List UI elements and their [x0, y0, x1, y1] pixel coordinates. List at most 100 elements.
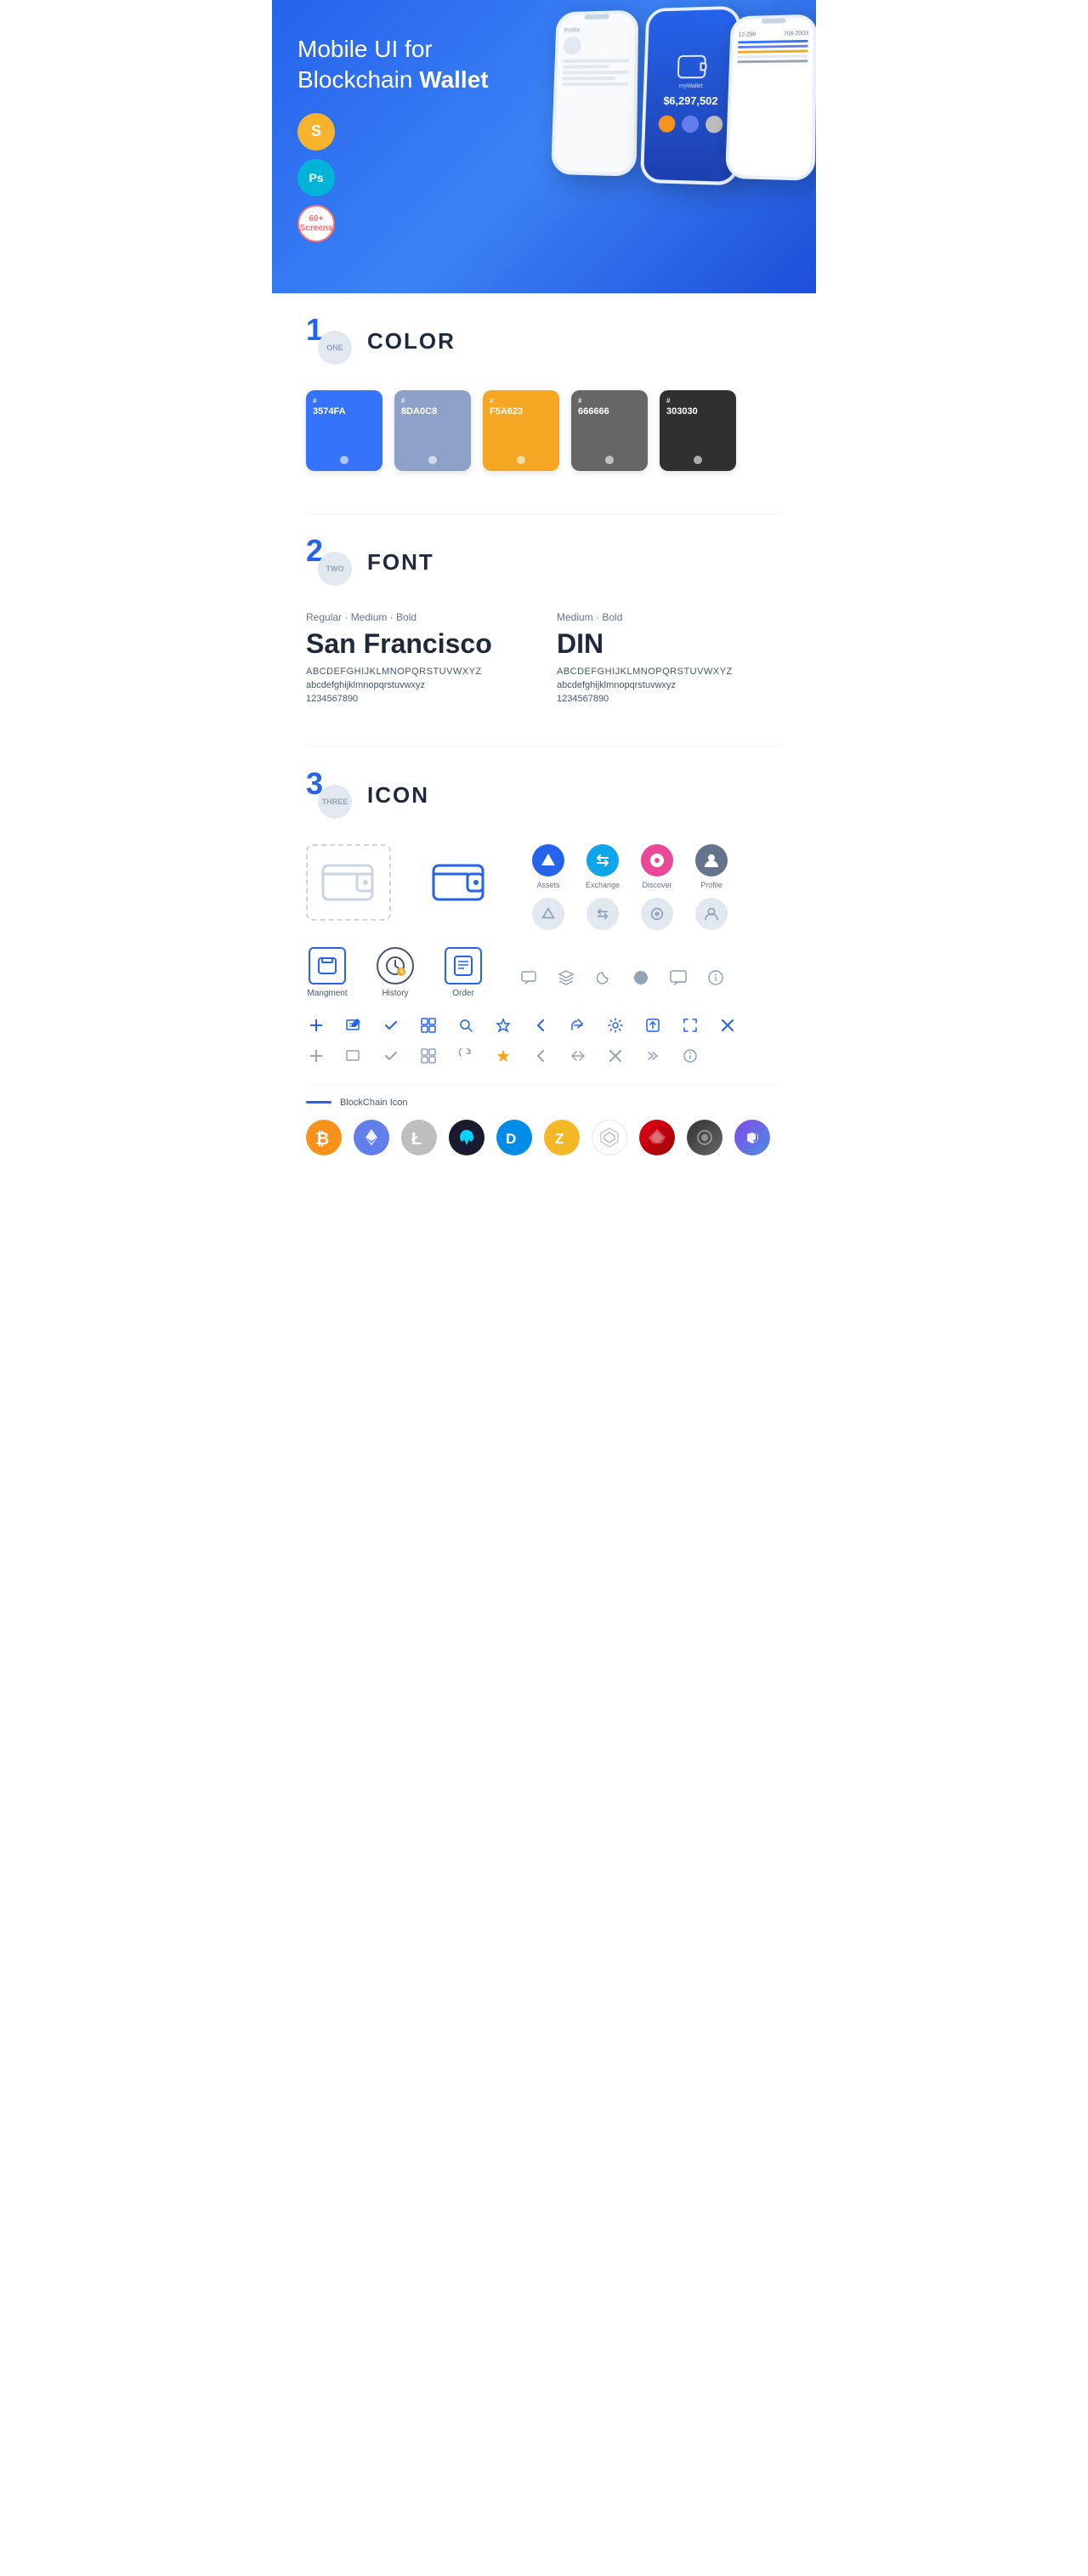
swatch-gray: # 666666: [571, 390, 648, 471]
font-din-upper: ABCDEFGHIJKLMNOPQRSTUVWXYZ: [557, 667, 782, 677]
nav-history: History: [374, 947, 416, 998]
nav-discover-filled: Discover: [636, 844, 678, 889]
phone-mockup-1: Profile: [551, 10, 638, 177]
circle-icon: [631, 967, 651, 988]
nav-mangment: Mangment: [306, 947, 348, 998]
order-icon: [445, 947, 482, 984]
star-icon: [493, 1015, 513, 1036]
icon-section: 3 THREE ICON: [306, 773, 782, 1155]
tool-icons-row-1: [306, 1015, 782, 1036]
star-icon-gold: [493, 1046, 513, 1066]
font-sf-lower: abcdefghijklmnopqrstuvwxyz: [306, 680, 531, 690]
font-din-style: Medium · Bold: [557, 611, 782, 623]
font-din-name: DIN: [557, 628, 782, 660]
check-icon: [381, 1015, 401, 1036]
poa-icon: [687, 1120, 722, 1155]
color-section-header: 1 ONE COLOR: [306, 319, 782, 365]
edit-icon: [343, 1015, 364, 1036]
search-icon: [456, 1015, 476, 1036]
icon-title: ICON: [367, 782, 429, 809]
font-grid: Regular · Medium · Bold San Francisco AB…: [306, 611, 782, 704]
profile-icon-gray: [695, 898, 728, 930]
color-swatches-container: # 3574FA # 8DA0C8 # F5A623: [306, 390, 782, 471]
wallet-icon-filled-box: [416, 844, 502, 921]
font-section: 2 TWO FONT Regular · Medium · Bold San F…: [306, 540, 782, 704]
font-din-lower: abcdefghijklmnopqrstuvwxyz: [557, 680, 782, 690]
nav-assets-filled: Assets: [527, 844, 570, 889]
ark-icon: [639, 1120, 675, 1155]
moon-icon: [593, 967, 614, 988]
sketch-badge: S: [298, 113, 335, 150]
profile-icon: [695, 844, 728, 877]
discover-icon: [641, 844, 673, 877]
refresh-icon-gray: [456, 1046, 476, 1066]
exchange-icon: [586, 844, 619, 877]
wallet-icon-outline-box: [306, 844, 391, 921]
nav-profile-outline: [690, 898, 733, 930]
history-icon: [377, 947, 414, 984]
assets-icon: [532, 844, 564, 877]
nav-circles-grid: Assets Exchange: [527, 844, 733, 930]
font-sf: Regular · Medium · Bold San Francisco AB…: [306, 611, 531, 704]
color-section: 1 ONE COLOR # 3574FA # 8DA0C8: [306, 319, 782, 471]
font-section-header: 2 TWO FONT: [306, 540, 782, 586]
exchange-icon-gray: [586, 898, 619, 930]
feather-icon: [449, 1120, 484, 1155]
svg-text:D: D: [506, 1131, 516, 1147]
hero-section: Mobile UI for Blockchain Wallet UI Kit S…: [272, 0, 816, 293]
section-number-2: 2 TWO: [306, 540, 352, 586]
dash-icon: D: [496, 1120, 532, 1155]
section-number-3: 3 THREE: [306, 773, 352, 819]
crypto-icons-row: ₿ Ł D Z: [306, 1120, 782, 1155]
nav-assets-outline: [527, 898, 570, 930]
blockchain-label-row: BlockChain Icon: [306, 1098, 782, 1108]
svg-text:Z: Z: [555, 1131, 564, 1147]
edit-icon-gray: [343, 1046, 364, 1066]
info-icon: [706, 967, 726, 988]
swatch-amber: # F5A623: [483, 390, 559, 471]
close-icon: [717, 1015, 738, 1036]
nav-discover-outline: [636, 898, 678, 930]
plus-icon: [306, 1015, 326, 1036]
section-number-1: 1 ONE: [306, 319, 352, 365]
font-title: FONT: [367, 549, 434, 576]
tool-icons-section: [306, 1015, 782, 1066]
arrows-icon-gray: [568, 1046, 588, 1066]
polygon-icon: [734, 1120, 770, 1155]
chat-icon: [518, 967, 539, 988]
ethereum-icon: [354, 1120, 389, 1155]
chevron-left-icon-gray: [530, 1046, 551, 1066]
font-sf-name: San Francisco: [306, 628, 531, 660]
icon-section-header: 3 THREE ICON: [306, 773, 782, 819]
wallet-icons-row: Assets Exchange: [306, 844, 782, 930]
chevron-left-icon: [530, 1015, 551, 1036]
iota-icon: [592, 1120, 627, 1155]
font-sf-nums: 1234567890: [306, 694, 531, 704]
wallet-outline-svg: [321, 859, 377, 905]
nav-order: Order: [442, 947, 484, 998]
circle-info-gray: [680, 1046, 700, 1066]
nav-circles-row-1: Assets Exchange: [527, 844, 733, 889]
zcash-icon: Z: [544, 1120, 580, 1155]
swatch-dark: # 303030: [660, 390, 736, 471]
main-content: 1 ONE COLOR # 3574FA # 8DA0C8: [272, 293, 816, 1223]
wallet-filled-svg: [432, 859, 487, 905]
phone-mockup-3: 12-298 708-2003: [725, 14, 816, 181]
font-sf-style: Regular · Medium · Bold: [306, 611, 531, 623]
upload-icon: [643, 1015, 663, 1036]
x-icon-gray: [605, 1046, 626, 1066]
grid-icon-gray: [418, 1046, 439, 1066]
swatch-blue: # 3574FA: [306, 390, 382, 471]
discover-icon-gray: [641, 898, 673, 930]
plus-icon-gray: [306, 1046, 326, 1066]
misc-icons-row-1: [518, 967, 726, 988]
hero-title: Mobile UI for Blockchain Wallet: [298, 34, 552, 96]
check-icon-gray: [381, 1046, 401, 1066]
mangment-icon: [309, 947, 346, 984]
svg-text:₿: ₿: [315, 1130, 329, 1149]
resize-icon: [680, 1015, 700, 1036]
nav-exchange-outline: [581, 898, 624, 930]
phone-mockups: Profile myWallet $6,297,502: [518, 0, 808, 293]
tool-icons-row-2-gray: [306, 1046, 782, 1066]
nav-circles-row-2: [527, 898, 733, 930]
